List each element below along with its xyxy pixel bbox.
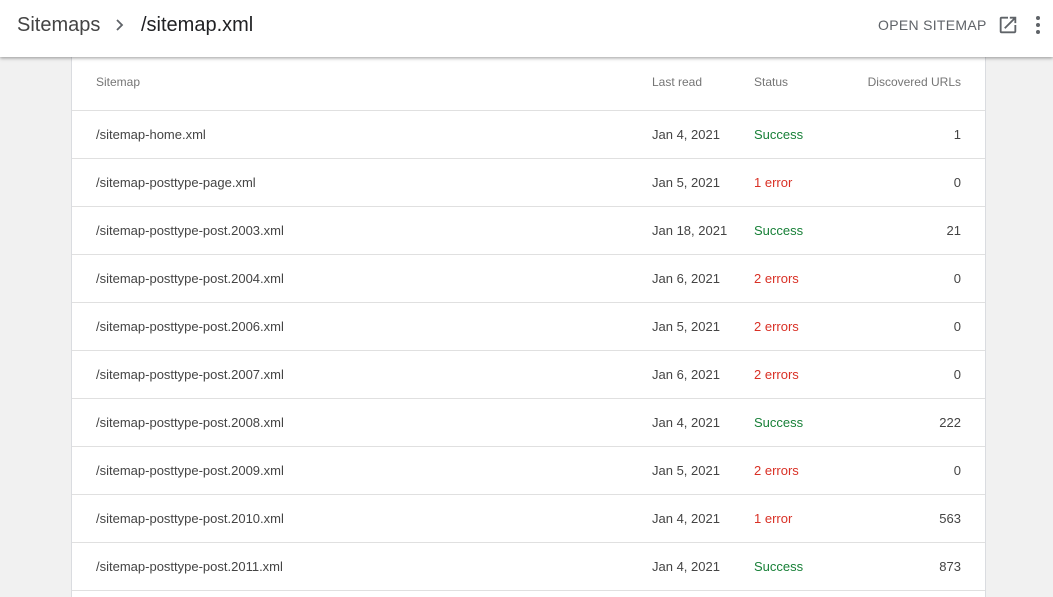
- last-read-date: Jan 5, 2021: [652, 319, 720, 334]
- status-text: Success: [754, 127, 804, 142]
- open-sitemap-button[interactable]: OPEN SITEMAP: [870, 10, 1027, 40]
- sitemap-path: /sitemap-posttype-post.2006.xml: [96, 319, 284, 334]
- discovered-urls-count: 1: [953, 127, 961, 142]
- status-text: Success: [754, 559, 804, 574]
- sitemap-path: /sitemap-posttype-post.2009.xml: [96, 463, 284, 478]
- table-row[interactable]: /sitemap-posttype-page.xml Jan 5, 2021 1 e…: [72, 159, 985, 207]
- last-read-date: Jan 4, 2021: [652, 415, 720, 430]
- table-row[interactable]: /sitemap-posttype-post.2007.xml Jan 6, 20…: [72, 351, 985, 399]
- table-row[interactable]: /sitemap-home.xml Jan 4, 2021 Success 1: [72, 111, 985, 159]
- discovered-urls-count: 0: [953, 367, 961, 382]
- status-text: 2 errors: [754, 367, 799, 382]
- table-row[interactable]: /sitemap-posttype-post.2006.xml Jan 5, 20…: [72, 303, 985, 351]
- last-read-date: Jan 6, 2021: [652, 271, 720, 286]
- table-row[interactable]: /sitemap-posttype-post.2008.xml Jan 4, 20…: [72, 399, 985, 447]
- sitemap-path: /sitemap-posttype-post.2004.xml: [96, 271, 284, 286]
- discovered-urls-count: 0: [953, 319, 961, 334]
- table-row[interactable]: /sitemap-posttype-post.2010.xml Jan 4, 20…: [72, 495, 985, 543]
- discovered-urls-count: 21: [946, 223, 961, 238]
- page-title: /sitemap.xml: [141, 14, 254, 36]
- last-read-date: Jan 4, 2021: [652, 559, 720, 574]
- discovered-urls-count: 0: [953, 271, 961, 286]
- status-text: 2 errors: [754, 463, 799, 478]
- column-header-last-read[interactable]: Last read: [652, 57, 702, 107]
- sitemap-path: /sitemap-posttype-post.2003.xml: [96, 223, 284, 238]
- table-row[interactable]: /sitemap-posttype-post.2003.xml Jan 18, 2…: [72, 207, 985, 255]
- sitemap-path: /sitemap-posttype-post.2008.xml: [96, 415, 284, 430]
- sitemap-path: /sitemap-posttype-page.xml: [96, 175, 256, 190]
- table-row[interactable]: /sitemap-posttype-post.2011.xml Jan 4, 20…: [72, 543, 985, 591]
- last-read-date: Jan 18, 2021: [652, 223, 728, 238]
- column-header-sitemap[interactable]: Sitemap: [96, 57, 140, 107]
- last-read-date: Jan 4, 2021: [652, 511, 720, 526]
- status-text: 1 error: [754, 511, 793, 526]
- open-in-new-icon: [999, 16, 1016, 34]
- column-header-status[interactable]: Status: [754, 57, 788, 107]
- discovered-urls-count: 0: [953, 175, 961, 190]
- sitemap-path: /sitemap-posttype-post.2007.xml: [96, 367, 284, 382]
- breadcrumb-sitemaps-link[interactable]: Sitemaps: [17, 12, 100, 38]
- status-text: Success: [754, 223, 804, 238]
- discovered-urls-count: 0: [953, 463, 961, 478]
- discovered-urls-count: 222: [939, 415, 961, 430]
- status-text: Success: [754, 415, 804, 430]
- sitemaps-table: Sitemap Last read Status Discovered URLs…: [71, 57, 986, 597]
- sitemap-path: /sitemap-posttype-post.2010.xml: [96, 511, 284, 526]
- last-read-date: Jan 4, 2021: [652, 127, 720, 142]
- status-text: 2 errors: [754, 319, 799, 334]
- open-sitemap-label: OPEN SITEMAP: [878, 17, 987, 33]
- discovered-urls-count: 563: [939, 511, 961, 526]
- top-app-bar: Sitemaps /sitemap.xml OPEN SITEMAP: [0, 0, 1053, 57]
- status-text: 1 error: [754, 175, 793, 190]
- more-vert-icon[interactable]: [1026, 13, 1050, 37]
- table-row[interactable]: /sitemap-posttype-post.2004.xml Jan 6, 20…: [72, 255, 985, 303]
- last-read-date: Jan 6, 2021: [652, 367, 720, 382]
- table-row[interactable]: /sitemap-posttype-post.2009.xml Jan 5, 20…: [72, 447, 985, 495]
- chevron-right-icon: [116, 19, 124, 31]
- last-read-date: Jan 5, 2021: [652, 175, 720, 190]
- status-text: 2 errors: [754, 271, 799, 286]
- table-header: Sitemap Last read Status Discovered URLs: [72, 57, 985, 111]
- sitemap-path: /sitemap-home.xml: [96, 127, 206, 142]
- sitemap-path: /sitemap-posttype-post.2011.xml: [96, 559, 283, 574]
- last-read-date: Jan 5, 2021: [652, 463, 720, 478]
- discovered-urls-count: 873: [939, 559, 961, 574]
- column-header-discovered-urls[interactable]: Discovered URLs: [868, 57, 961, 107]
